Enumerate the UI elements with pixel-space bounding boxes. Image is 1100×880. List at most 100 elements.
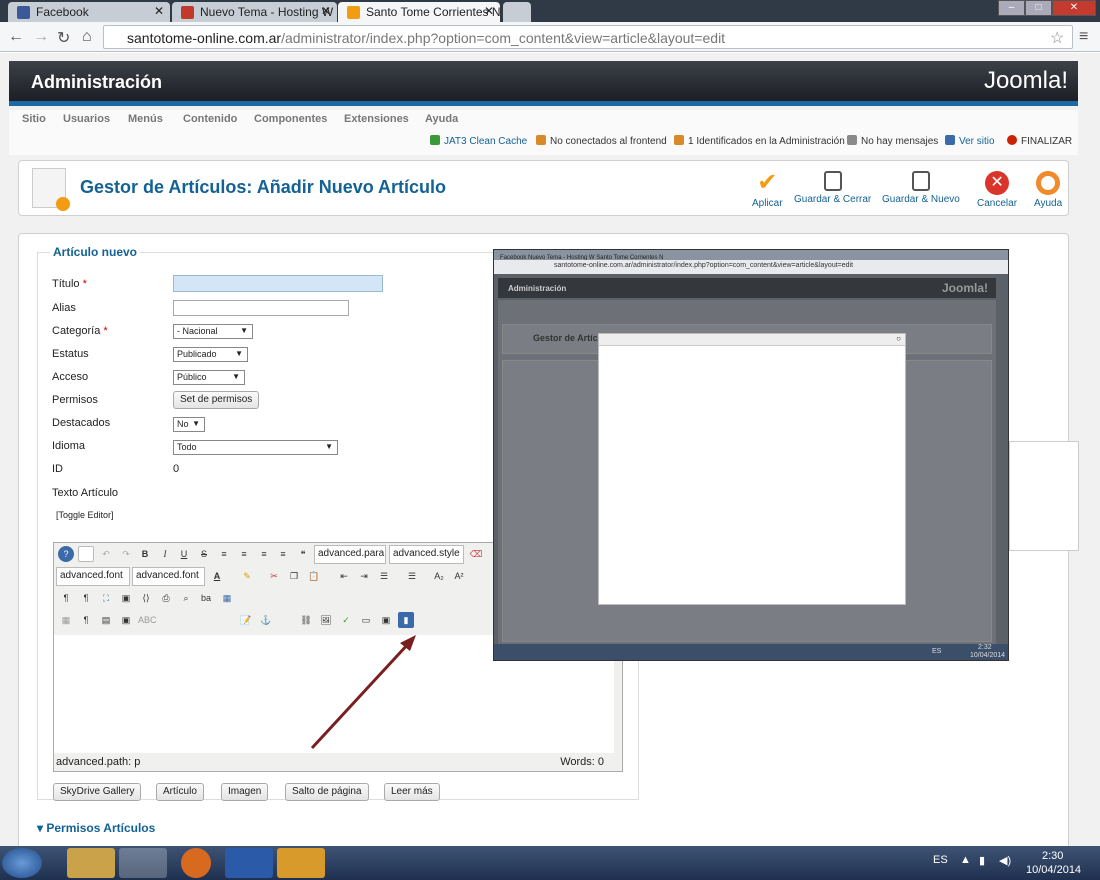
- link-icon[interactable]: ⛓: [298, 612, 314, 628]
- menu-menus[interactable]: Menús: [128, 113, 163, 125]
- menu-extensiones[interactable]: Extensiones: [344, 113, 409, 125]
- align-right-icon[interactable]: ≡: [256, 546, 272, 562]
- imagen-button[interactable]: Imagen: [221, 783, 269, 801]
- redo-icon[interactable]: ↷: [118, 546, 134, 562]
- align-left-icon[interactable]: ≡: [216, 546, 232, 562]
- menu-sitio[interactable]: Sitio: [22, 113, 46, 125]
- menu-icon[interactable]: ≡: [1079, 28, 1088, 46]
- start-button[interactable]: [2, 848, 42, 878]
- salto-pagina-button[interactable]: Salto de página: [285, 783, 369, 801]
- window-close-button[interactable]: ✕: [1052, 0, 1096, 16]
- highlight-icon[interactable]: ✎: [239, 568, 255, 584]
- maximize-button[interactable]: □: [1025, 0, 1052, 16]
- pilcrow-icon[interactable]: ¶: [78, 612, 94, 628]
- preview-icon[interactable]: ▣: [118, 590, 134, 606]
- paste-icon[interactable]: 📋: [306, 568, 322, 584]
- ltr-icon[interactable]: ¶: [58, 590, 74, 606]
- cut-icon[interactable]: ✂: [266, 568, 282, 584]
- aplicar-button[interactable]: ✔ Aplicar: [752, 171, 783, 210]
- fullscreen-icon[interactable]: ⛶: [98, 590, 114, 606]
- find-icon[interactable]: ⌕: [178, 590, 194, 606]
- ayuda-button[interactable]: Ayuda: [1034, 171, 1062, 209]
- superscript-icon[interactable]: A²: [451, 568, 467, 584]
- new-doc-icon[interactable]: [78, 546, 94, 562]
- hr-icon[interactable]: ▭: [358, 612, 374, 628]
- cancelar-button[interactable]: ✕ Cancelar: [977, 171, 1017, 209]
- media-icon[interactable]: ▣: [378, 612, 394, 628]
- acceso-select[interactable]: Público: [173, 370, 245, 385]
- subscript-icon[interactable]: A₂: [431, 568, 447, 584]
- idioma-select[interactable]: Todo: [173, 440, 338, 455]
- menu-contenido[interactable]: Contenido: [183, 113, 237, 125]
- explorer-icon[interactable]: [67, 848, 115, 878]
- toggle-editor-link[interactable]: [Toggle Editor]: [56, 510, 114, 520]
- reload-icon[interactable]: ↻: [57, 28, 70, 48]
- code-icon[interactable]: ⟨⟩: [138, 590, 154, 606]
- alias-input[interactable]: [173, 300, 349, 316]
- underline-icon[interactable]: U: [176, 546, 192, 562]
- insert-table-icon[interactable]: ▦: [219, 590, 235, 606]
- tab-santo-tome[interactable]: Santo Tome Corrientes No ✕: [338, 2, 500, 22]
- set-permisos-button[interactable]: Set de permisos: [173, 391, 260, 409]
- estatus-select[interactable]: Publicado: [173, 347, 248, 362]
- firefox-icon[interactable]: [181, 848, 211, 878]
- text-color-icon[interactable]: A: [209, 568, 225, 584]
- network-icon[interactable]: ▮: [979, 854, 985, 867]
- undo-icon[interactable]: ↶: [98, 546, 114, 562]
- url-field[interactable]: santotome-online.com.ar/administrator/in…: [103, 25, 1073, 49]
- menu-ayuda[interactable]: Ayuda: [425, 113, 458, 125]
- categoria-select[interactable]: - Nacional: [173, 324, 253, 339]
- media-player-icon[interactable]: [277, 848, 325, 878]
- chrome-icon[interactable]: [119, 848, 167, 878]
- tab-facebook[interactable]: Facebook ✕: [8, 2, 170, 22]
- print-icon[interactable]: ⎙: [158, 590, 174, 606]
- block-icon[interactable]: ▤: [98, 612, 114, 628]
- guardar-cerrar-button[interactable]: Guardar & Cerrar: [794, 171, 871, 205]
- template-icon[interactable]: ▣: [118, 612, 134, 628]
- format-select[interactable]: advanced.para: [314, 545, 386, 564]
- star-icon[interactable]: ☆: [1050, 28, 1064, 48]
- strikethrough-icon[interactable]: S: [196, 546, 212, 562]
- menu-componentes[interactable]: Componentes: [254, 113, 327, 125]
- forward-icon[interactable]: →: [33, 28, 49, 46]
- replace-icon[interactable]: ba: [198, 590, 214, 606]
- tray-date[interactable]: 10/04/2014: [1026, 864, 1081, 876]
- tray-time[interactable]: 2:30: [1042, 850, 1063, 862]
- anchor-icon[interactable]: ⚓: [258, 612, 274, 628]
- italic-icon[interactable]: I: [157, 546, 173, 562]
- close-icon[interactable]: ✕: [321, 4, 331, 18]
- abbr-icon[interactable]: ABC: [138, 612, 157, 628]
- articulo-button[interactable]: Artículo: [156, 783, 204, 801]
- minimize-button[interactable]: –: [998, 0, 1025, 16]
- blockquote-icon[interactable]: ❝: [295, 546, 311, 562]
- bullet-list-icon[interactable]: ☰: [404, 568, 420, 584]
- bold-icon[interactable]: B: [137, 546, 153, 562]
- guardar-nuevo-button[interactable]: Guardar & Nuevo: [882, 171, 960, 205]
- show-hidden-icon[interactable]: ▲: [960, 854, 971, 866]
- numbered-list-icon[interactable]: ☰: [376, 568, 392, 584]
- close-icon[interactable]: ✕: [154, 4, 164, 18]
- styleprops-icon[interactable]: 📝: [238, 612, 254, 628]
- volume-icon[interactable]: ◀): [999, 854, 1011, 867]
- leer-mas-button[interactable]: Leer más: [384, 783, 440, 801]
- outdent-icon[interactable]: ⇤: [336, 568, 352, 584]
- titulo-input[interactable]: [173, 275, 383, 292]
- word-icon[interactable]: [225, 848, 273, 878]
- status-ver-sitio[interactable]: Ver sitio: [945, 135, 995, 147]
- destacados-select[interactable]: No: [173, 417, 205, 432]
- spellcheck-icon[interactable]: ✓: [338, 612, 354, 628]
- rtl-icon[interactable]: ¶: [78, 590, 94, 606]
- status-clean-cache[interactable]: JAT3 Clean Cache: [430, 135, 527, 147]
- tray-language[interactable]: ES: [933, 854, 948, 866]
- permisos-section-header[interactable]: ▾ Permisos Artículos: [37, 821, 155, 835]
- close-icon[interactable]: ✕: [484, 4, 494, 18]
- home-icon[interactable]: ⌂: [82, 28, 92, 46]
- tab-nuevo-tema[interactable]: Nuevo Tema - Hosting W ✕: [172, 2, 337, 22]
- image-icon[interactable]: 🖼: [318, 612, 334, 628]
- justify-icon[interactable]: ≡: [275, 546, 291, 562]
- align-center-icon[interactable]: ≡: [236, 546, 252, 562]
- font-size-select[interactable]: advanced.font: [132, 567, 205, 586]
- font-family-select[interactable]: advanced.font: [56, 567, 130, 586]
- copy-icon[interactable]: ❐: [286, 568, 302, 584]
- skydrive-icon[interactable]: ▮: [398, 612, 414, 628]
